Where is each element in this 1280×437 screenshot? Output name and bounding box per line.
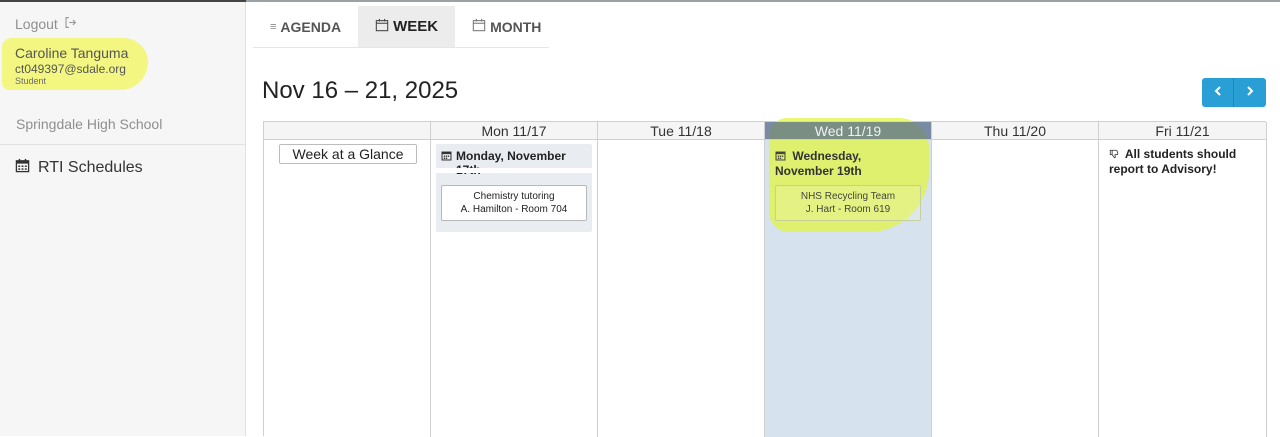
logout-link[interactable]: Logout <box>15 16 77 32</box>
list-icon: ≡ <box>270 20 277 33</box>
event-title: Chemistry tutoring <box>473 191 555 202</box>
day-summary-card[interactable]: Monday, November 17th Chemistry tutoring… <box>436 144 592 232</box>
prev-week-button[interactable] <box>1202 78 1234 107</box>
chevron-right-icon <box>1244 84 1256 102</box>
card-separator <box>436 168 592 173</box>
column-header: Mon 11/17 <box>431 122 597 140</box>
calendar-icon <box>375 18 389 36</box>
week-at-a-glance-button[interactable]: Week at a Glance <box>279 144 417 164</box>
school-name: Springdale High School <box>16 116 163 132</box>
day-column-mon[interactable]: Mon 11/17 Monday, November 17th Chemistr… <box>431 122 598 437</box>
column-header: Wed 11/19 <box>765 122 931 140</box>
note-text: All students should report to Advisory! <box>1109 147 1237 176</box>
user-role: Student <box>15 76 47 86</box>
day-column-fri[interactable]: Fri 11/21 All students should report to … <box>1099 122 1267 437</box>
glance-column: Week at a Glance <box>264 122 431 437</box>
tab-agenda[interactable]: ≡ AGENDA <box>253 6 358 47</box>
column-header: Tue 11/18 <box>598 122 764 140</box>
tab-label: WEEK <box>393 18 439 35</box>
day-column-tue[interactable]: Tue 11/18 <box>598 122 765 437</box>
column-header: Fri 11/21 <box>1099 122 1266 140</box>
view-tabs: ≡ AGENDA WEEK MONTH <box>253 6 549 48</box>
logout-label: Logout <box>15 16 58 32</box>
thumbs-down-icon <box>1109 147 1125 161</box>
logout-icon <box>64 16 77 32</box>
day-column-wed[interactable]: Wed 11/19 Wednesday, November 19th NHS R… <box>765 118 932 437</box>
week-calendar: Week at a Glance Mon 11/17 Monday, Novem… <box>263 118 1267 437</box>
calendar-icon <box>15 158 30 178</box>
user-name: Caroline Tanguma <box>15 45 129 61</box>
column-header: Thu 11/20 <box>932 122 1098 140</box>
sidebar-item-rti-schedules[interactable]: RTI Schedules <box>15 158 143 178</box>
tab-month[interactable]: MONTH <box>455 6 558 47</box>
event-title: NHS Recycling Team <box>800 191 896 202</box>
day-summary-card[interactable]: Wednesday, November 19th NHS Recycling T… <box>770 144 926 232</box>
tab-week[interactable]: WEEK <box>358 6 456 47</box>
event-nhs-recycling-team[interactable]: NHS Recycling Team J. Hart - Room 619 <box>775 185 921 221</box>
column-header <box>264 122 430 140</box>
user-info: Caroline Tanguma ct049397@sdale.org Stud… <box>0 38 160 90</box>
calendar-icon <box>775 149 792 163</box>
calendar-icon <box>441 149 452 164</box>
tab-label: MONTH <box>490 18 542 35</box>
sidebar: Logout Caroline Tanguma ct049397@sdale.o… <box>0 2 246 436</box>
tab-label: AGENDA <box>280 18 342 35</box>
divider <box>0 144 246 145</box>
announcement-note[interactable]: All students should report to Advisory! <box>1109 147 1259 177</box>
chevron-left-icon <box>1212 84 1224 102</box>
event-detail: A. Hamilton - Room 704 <box>460 204 568 215</box>
date-range-title: Nov 16 – 21, 2025 <box>262 77 459 104</box>
day-column-thu[interactable]: Thu 11/20 <box>932 122 1099 437</box>
sidebar-item-label: RTI Schedules <box>38 159 143 176</box>
day-title: Wednesday, November 19th <box>775 149 921 179</box>
week-navigation <box>1202 78 1266 107</box>
calendar-icon <box>472 18 486 35</box>
event-detail: J. Hart - Room 619 <box>805 204 891 215</box>
next-week-button[interactable] <box>1234 78 1266 107</box>
user-email: ct049397@sdale.org <box>15 62 126 76</box>
event-chemistry-tutoring[interactable]: Chemistry tutoring A. Hamilton - Room 70… <box>441 185 587 221</box>
